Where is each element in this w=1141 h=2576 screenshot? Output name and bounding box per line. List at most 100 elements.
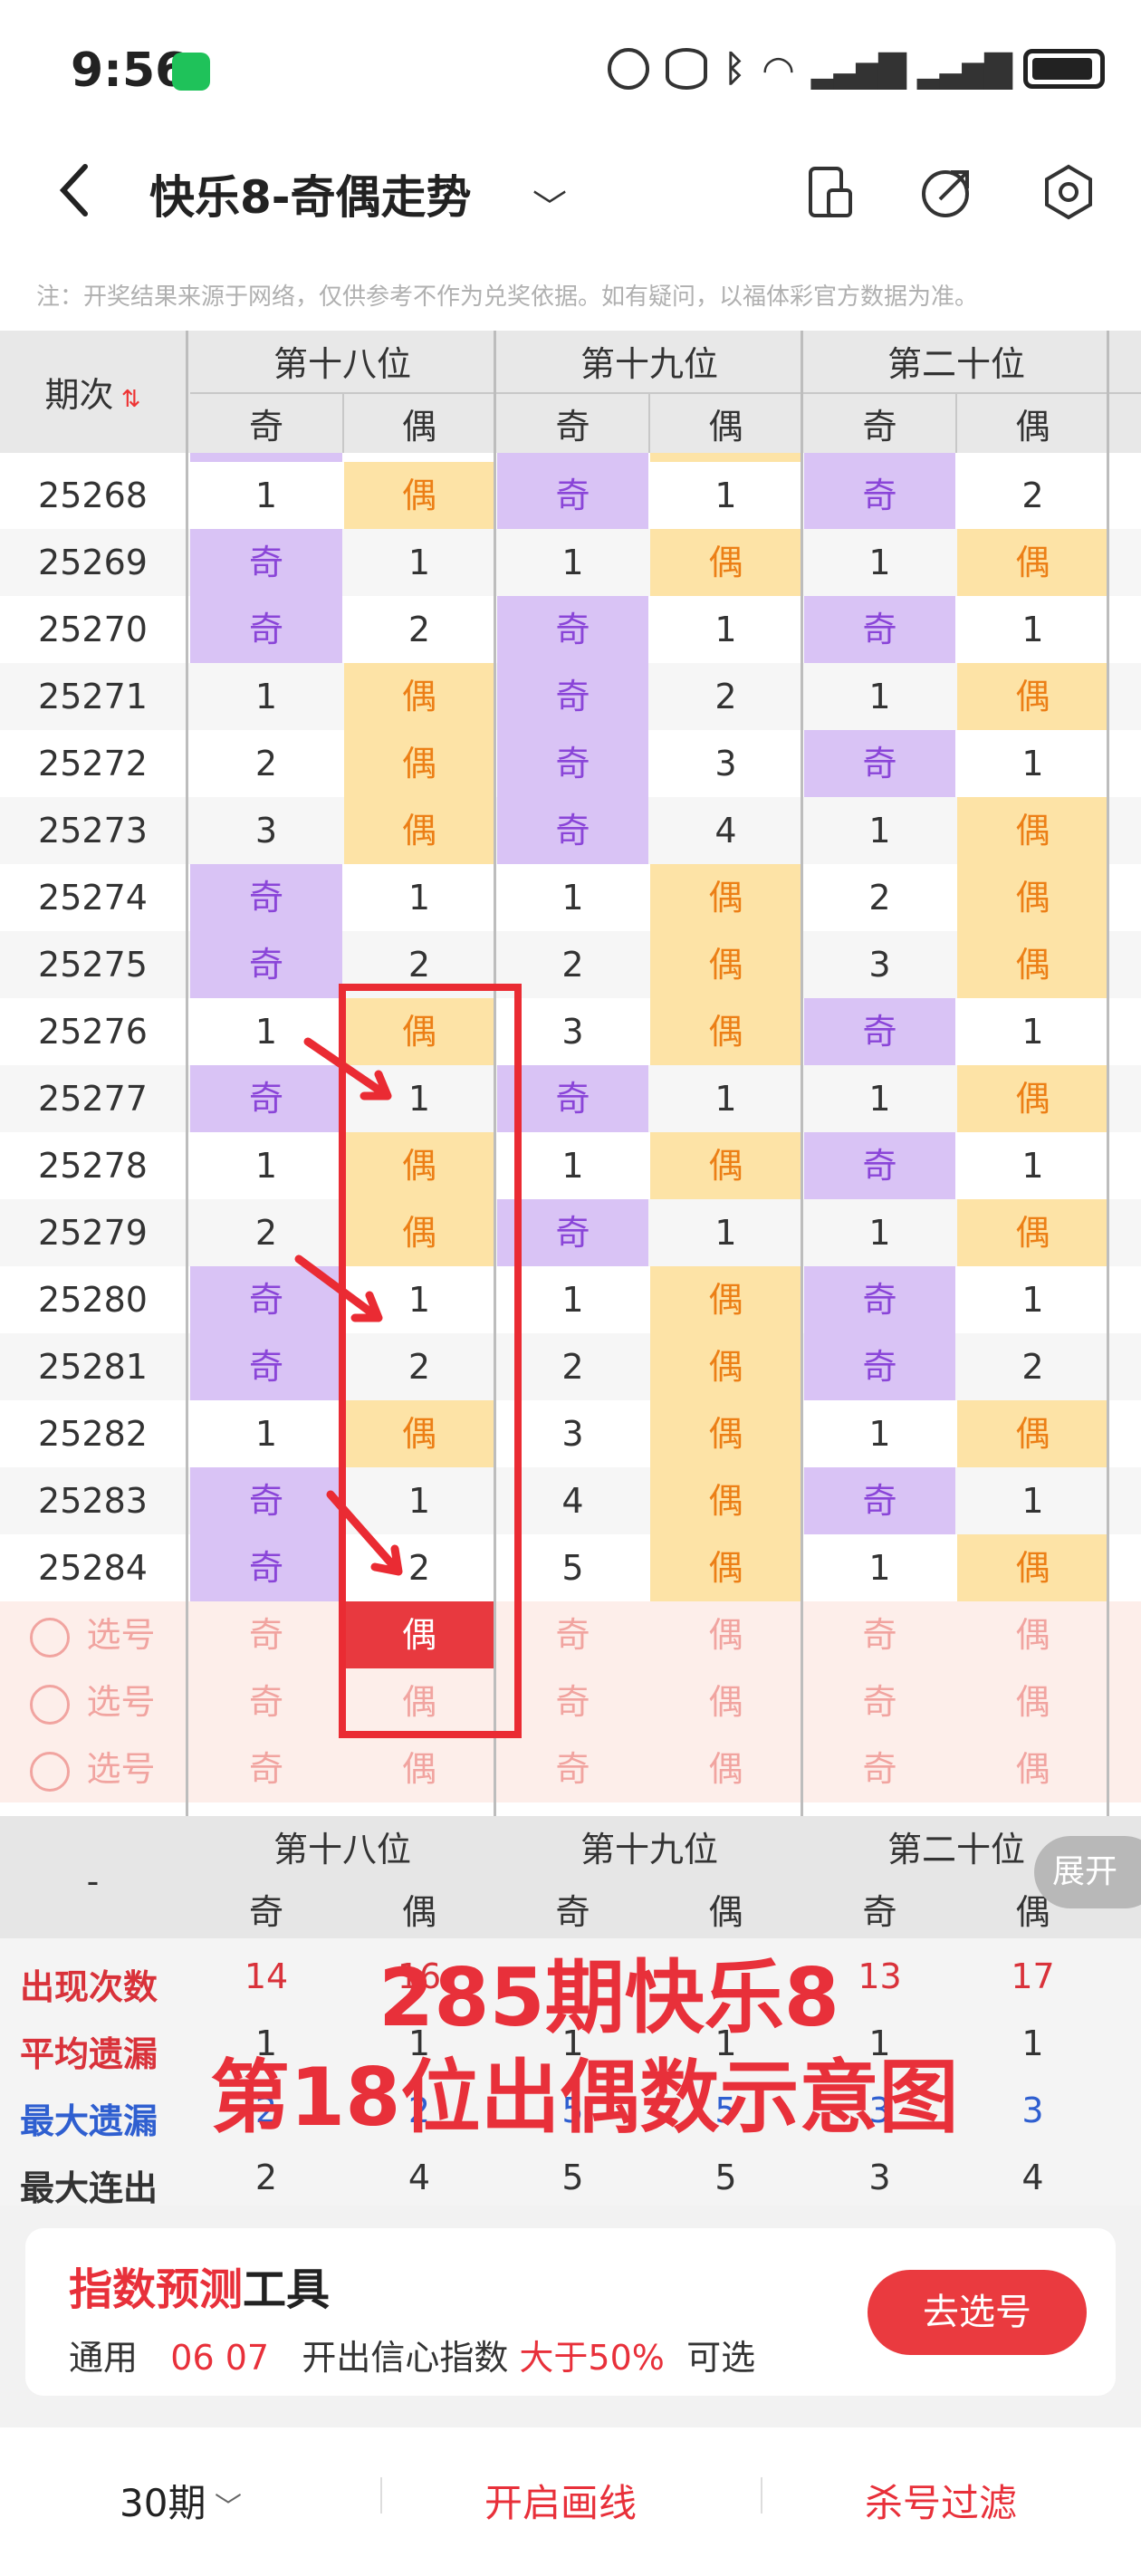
- trend-cell: 2: [408, 610, 431, 649]
- period-cell: 25277: [38, 1079, 148, 1119]
- pick-cell[interactable]: 奇: [497, 1735, 648, 1802]
- trend-cell: 1: [1021, 610, 1044, 649]
- overlay-title-2: 第18位出偶数示意图: [210, 2051, 959, 2144]
- stats-value: 4: [1021, 2158, 1044, 2197]
- trend-cell: 奇: [804, 1132, 955, 1199]
- trend-cell: 1: [868, 543, 891, 582]
- trend-cell: 1: [1021, 1146, 1044, 1186]
- pick-cell[interactable]: 奇: [804, 1668, 955, 1735]
- stats-panel: - 第十八位 第十九位 第二十位 奇偶奇偶奇偶 出现次数 14 16 13 17 平均遗漏…: [0, 1816, 1141, 2208]
- trend-cell: 偶: [344, 1199, 494, 1266]
- draw-lines-button[interactable]: 开启画线: [484, 2473, 637, 2528]
- share-icon[interactable]: [916, 163, 974, 221]
- trend-cell: 2: [868, 878, 891, 918]
- app-header: 快乐8-奇偶走势 ﹀: [0, 136, 1141, 249]
- trend-cell: 偶: [344, 998, 494, 1065]
- stats-value: 4: [408, 2158, 431, 2197]
- pick-cell[interactable]: 偶: [957, 1601, 1108, 1668]
- partial-cell: [650, 453, 801, 462]
- trend-cell: 偶: [650, 1400, 801, 1467]
- pick-cell[interactable]: 偶: [344, 1668, 494, 1735]
- pick-cell[interactable]: 偶: [650, 1668, 801, 1735]
- stats-value: 5: [714, 2158, 737, 2197]
- trend-cell: 2: [408, 945, 431, 985]
- trend-cell: 偶: [650, 931, 801, 998]
- pick-cell[interactable]: 偶: [344, 1735, 494, 1802]
- trend-cell: 2: [254, 1213, 278, 1253]
- trend-cell: 1: [714, 1213, 737, 1253]
- pick-label: 选号: [86, 1615, 156, 1655]
- partial-cell: [190, 453, 342, 462]
- wechat-icon: [172, 53, 210, 91]
- pick-select-1[interactable]: 选号: [0, 1668, 186, 1735]
- bluetooth-icon: ᛒ: [724, 48, 746, 90]
- stats-sub-header-3: 偶: [708, 1892, 743, 1932]
- eye-icon: [666, 48, 708, 90]
- sub-header-4: 奇: [862, 407, 897, 447]
- trend-cell: 奇: [190, 1065, 342, 1132]
- chevron-down-icon: ﹀: [206, 2492, 242, 2523]
- trend-cell: 1: [1021, 744, 1044, 783]
- trend-cell: 2: [1021, 1347, 1044, 1387]
- card-title-black: 工具: [243, 2264, 331, 2315]
- kill-filter-button[interactable]: 杀号过滤: [865, 2473, 1017, 2528]
- card-text-index: 开出信心指数: [302, 2338, 509, 2378]
- go-select-button[interactable]: 去选号: [868, 2270, 1087, 2355]
- pick-cell[interactable]: 偶: [957, 1668, 1108, 1735]
- trend-cell: 1: [408, 1079, 431, 1119]
- trend-cell: 偶: [650, 1534, 801, 1601]
- pick-cell[interactable]: 偶: [957, 1735, 1108, 1802]
- trend-cell: 1: [868, 677, 891, 716]
- pick-cell[interactable]: 奇: [497, 1668, 648, 1735]
- stats-group-19: 第十九位: [580, 1830, 718, 1870]
- prediction-tool-card: 指数预测工具 通用 06 07 开出信心指数 大于50% 可选 去选号: [25, 2228, 1116, 2396]
- trend-cell: 偶: [650, 1266, 801, 1333]
- card-text-general: 通用: [69, 2338, 139, 2378]
- trend-cell: 偶: [650, 1467, 801, 1534]
- trend-cell: 偶: [344, 730, 494, 797]
- trend-cell: 1: [714, 1079, 737, 1119]
- table-header: 期次 ⇅ 第十八位 第十九位 第二十位 奇 偶 奇 偶 奇 偶: [0, 331, 1141, 453]
- overlay-title-1: 285期快乐8: [379, 1951, 839, 2044]
- stats-value: 3: [868, 2158, 891, 2197]
- period-cell: 25274: [38, 878, 148, 918]
- trend-cell: 1: [254, 1012, 278, 1052]
- trend-cell: 奇: [804, 462, 955, 529]
- device-icon[interactable]: [801, 163, 859, 221]
- status-bar: 9:56 ᛒ ◠ ▂▃▅▇ ▂▃▅▇: [0, 0, 1141, 136]
- chevron-down-icon[interactable]: ﹀: [532, 179, 567, 229]
- radio-icon: [30, 1684, 71, 1725]
- period-cell: 25272: [38, 744, 148, 783]
- pick-cell[interactable]: 偶: [650, 1735, 801, 1802]
- page-title[interactable]: 快乐8-奇偶走势: [149, 161, 472, 226]
- trend-cell: 奇: [190, 596, 342, 663]
- pick-cell[interactable]: 奇: [804, 1601, 955, 1668]
- settings-icon[interactable]: [1040, 163, 1098, 221]
- partial-cell: [804, 453, 955, 462]
- pick-cell[interactable]: 偶: [650, 1601, 801, 1668]
- trend-cell: 奇: [497, 730, 648, 797]
- trend-cell: 奇: [804, 730, 955, 797]
- pick-cell[interactable]: 奇: [804, 1735, 955, 1802]
- pick-label: 选号: [86, 1749, 156, 1789]
- stats-sub-header-2: 奇: [555, 1892, 590, 1932]
- pick-cell[interactable]: 奇: [497, 1601, 648, 1668]
- pick-cell[interactable]: 奇: [190, 1668, 342, 1735]
- trend-cell: 1: [868, 1213, 891, 1253]
- pick-select-2[interactable]: 选号: [0, 1735, 186, 1802]
- expand-button[interactable]: 展开: [1034, 1836, 1141, 1908]
- pick-select-0[interactable]: 选号: [0, 1601, 186, 1668]
- selected-pick-cell[interactable]: 偶: [344, 1601, 494, 1668]
- trend-cell: 奇: [804, 1333, 955, 1400]
- back-icon[interactable]: [56, 163, 92, 217]
- battery-icon: [1023, 49, 1105, 89]
- trend-cell: 4: [714, 811, 737, 851]
- pick-cell[interactable]: 奇: [190, 1601, 342, 1668]
- trend-cell: 1: [561, 543, 584, 582]
- period-select[interactable]: 30期 ﹀: [120, 2473, 242, 2528]
- period-sort-header[interactable]: 期次 ⇅: [0, 367, 186, 417]
- stats-value: 17: [1011, 1956, 1055, 1996]
- stats-sub-header-4: 奇: [862, 1892, 897, 1932]
- pick-cell[interactable]: 奇: [190, 1735, 342, 1802]
- radio-icon: [30, 1751, 71, 1792]
